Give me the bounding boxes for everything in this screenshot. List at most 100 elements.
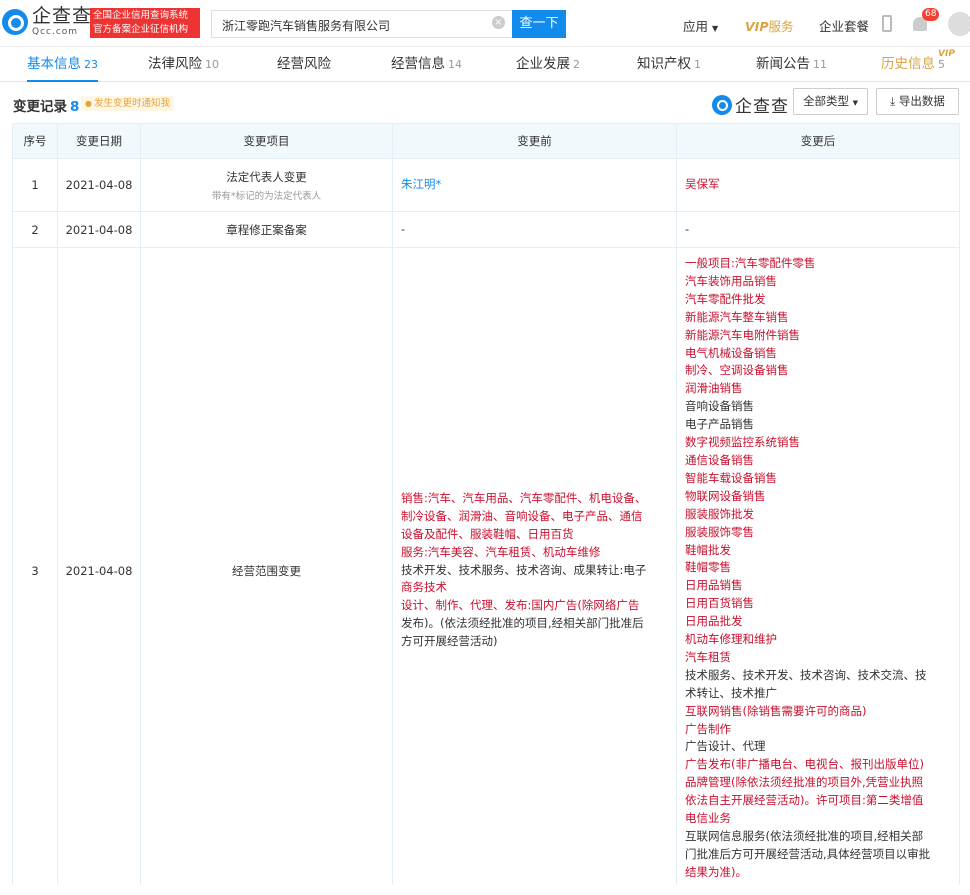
logo-domain: Qcc.com [32,27,79,37]
value-line: 技术服务、技术开发、技术咨询、技术交流、技 [685,667,927,682]
tab-count: 5 [938,58,945,71]
logo-mark-icon [2,9,28,35]
row-after: 一般项目:汽车零配件零售 汽车装饰用品销售 汽车零配件批发 新能源汽车整车销售 新能源汽… [676,247,960,894]
notification-count: 68 [922,8,940,21]
tab-ip[interactable]: 知识产权 1 [637,47,701,82]
caret-down-icon: ▼ [712,24,719,33]
value-line: 电信业务 [685,811,731,826]
tab-label: 法律风险 [148,56,202,72]
credit-badge-line2: 官方备案企业征信机构 [93,24,189,35]
value-line: 门批准后方可开展经营活动,具体经营项目以审批 [685,846,931,861]
value-line: 智能车载设备销售 [685,470,777,485]
row-date: 2021-04-08 [57,158,141,212]
row-item-label: 章程修正案备案 [226,222,307,237]
tab-label: 新闻公告 [756,56,810,72]
value-line: 汽车零配件批发 [685,291,766,306]
value-line: 吴保军 [685,177,720,192]
value-line: 结果为准)。 [685,864,747,879]
table-header-row: 序号 变更日期 变更项目 变更前 变更后 [12,123,960,159]
tab-count: 23 [84,58,98,71]
value-line: 汽车租赁 [685,649,731,664]
vip-service-label: 服务 [768,19,794,34]
row-index: 3 [12,247,58,894]
value-line: 制冷设备、润滑油、音响设备、电子产品、通信 [401,508,643,523]
top-bar: 企查查 Qcc.com 全国企业信用查询系统 官方备案企业征信机构 浙江零跑汽车… [0,0,970,47]
row-item: 法定代表人变更 带有*标记的为法定代表人 [140,158,393,212]
tab-label: 知识产权 [637,56,691,72]
search-button[interactable]: 查一下 [512,10,566,38]
export-button[interactable]: ⤓ 导出数据 [876,88,959,115]
value-line: 设备及配件、服装鞋帽、日用百货 [401,526,574,541]
value-line: 数字视频监控系统销售 [685,435,800,450]
export-label: 导出数据 [898,94,945,108]
mobile-phone-icon[interactable] [882,15,892,32]
value-line: 依法自主开展经营活动)。许可项目:第二类增值 [685,793,924,808]
value-line: 互联网信息服务(依法须经批准的项目,经相关部 [685,829,924,843]
value-line: 服装服饰批发 [685,506,754,521]
search-input[interactable]: 浙江零跑汽车销售服务有限公司 [211,10,512,38]
module-tabs: 基本信息 23 法律风险 10 经营风险 经营信息 14 企业发展 2 知识产权 1 新闻… [0,47,970,82]
value-line: 服装服饰零售 [685,524,754,539]
credit-badge: 全国企业信用查询系统 官方备案企业征信机构 [90,8,200,38]
tab-operating-risk[interactable]: 经营风险 [277,47,331,82]
value-line: 物联网设备销售 [685,488,766,503]
value-line: 品牌管理(除依法须经批准的项目外,凭营业执照 [685,775,924,790]
row-before: 朱江明* [392,158,677,212]
value-line: 广告设计、代理 [685,739,766,754]
value-line: - [401,221,406,236]
value-line: 润滑油销售 [685,381,743,396]
tab-count: 2 [573,58,580,71]
value-line[interactable]: 朱江明* [401,176,668,194]
value-line: 发布)。(依法须经批准的项目,经相关部门批准后 [401,616,644,631]
section-title: 变更记录 8 [13,95,79,115]
value-line: 日用品销售 [685,578,743,593]
value-line: 电气机械设备销售 [685,345,777,360]
value-line: 鞋帽零售 [685,560,731,575]
row-date: 2021-04-08 [57,247,141,894]
qcc-logo[interactable]: 企查查 Qcc.com [2,7,92,37]
logo-text: 企查查 [735,97,789,117]
avatar[interactable] [948,12,970,36]
change-record-header: 变更记录8 发生变更时通知我 企查查 全部类型 ▼ ⤓ 导出数据 [0,84,970,122]
table-row: 3 2021-04-08 经营范围变更 销售:汽车、汽车用品、汽车零配件、机电设… [12,247,960,894]
value-line: 音响设备销售 [685,399,754,414]
row-item: 章程修正案备案 [140,211,393,248]
value-line: 一般项目:汽车零配件零售 [685,256,816,270]
tab-development[interactable]: 企业发展 2 [516,47,580,82]
enterprise-package-link[interactable]: 企业套餐 [819,16,869,35]
row-item-label: 法定代表人变更 [226,169,307,184]
apps-menu-label: 应用 [683,19,709,34]
tab-count: 1 [694,58,701,71]
col-header-index: 序号 [12,123,58,159]
row-item-label: 经营范围变更 [232,563,301,578]
apps-menu[interactable]: 应用 ▼ [683,16,718,35]
value-line: 广告制作 [685,721,731,736]
clear-search-icon[interactable]: × [492,16,505,29]
notify-on-change-toggle[interactable]: 发生变更时通知我 [81,96,174,111]
tab-count: 11 [813,58,827,71]
tab-history[interactable]: 历史信息 5 [881,47,945,82]
tab-operating-info[interactable]: 经营信息 14 [391,47,462,82]
tab-legal-risk[interactable]: 法律风险 10 [148,47,219,82]
tab-basic-info[interactable]: 基本信息 23 [27,47,98,82]
logo-mark-icon [712,94,732,115]
value-line: 互联网销售(除销售需要许可的商品) [685,703,867,718]
tab-label: 经营风险 [277,56,331,72]
value-line: 通信设备销售 [685,452,754,467]
type-filter-dropdown[interactable]: 全部类型 ▼ [793,88,868,115]
vip-label: VIP [745,19,769,34]
tab-news[interactable]: 新闻公告 11 [756,47,827,82]
col-header-item: 变更项目 [140,123,393,159]
col-header-after: 变更后 [676,123,960,159]
credit-badge-line1: 全国企业信用查询系统 [93,10,189,21]
vip-service-link[interactable]: VIP服务 [745,16,794,35]
logo-text: 企查查 [32,5,93,27]
value-line: 新能源汽车电附件销售 [685,327,800,342]
tab-label: 历史信息 [881,56,935,72]
change-record-table: 序号 变更日期 变更项目 变更前 变更后 1 2021-04-08 法定代表人变… [12,123,960,894]
row-after: - [676,211,960,248]
row-date: 2021-04-08 [57,211,141,248]
tab-vip-badge: VIP [938,49,955,59]
value-line: 方可开展经营活动) [401,634,498,649]
row-before: 销售:汽车、汽车用品、汽车零配件、机电设备、 制冷设备、润滑油、音响设备、电子产品… [392,247,677,894]
